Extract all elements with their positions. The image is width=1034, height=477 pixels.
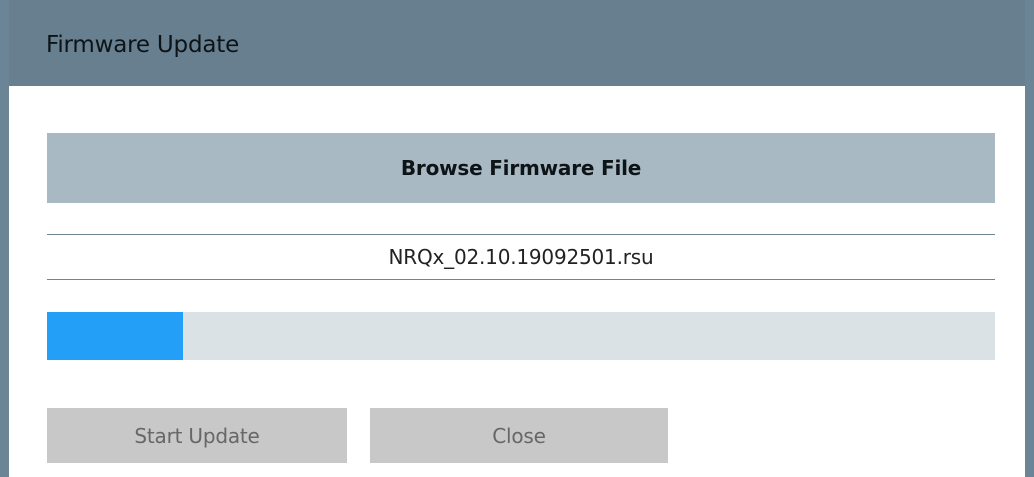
firmware-update-dialog: Firmware Update Browse Firmware File NRQ… (0, 0, 1034, 477)
selected-file-name: NRQx_02.10.19092501.rsu (388, 245, 654, 269)
browse-firmware-file-button[interactable]: Browse Firmware File (47, 133, 995, 203)
dialog-title: Firmware Update (46, 32, 240, 58)
left-frame-edge (0, 0, 9, 477)
selected-file-field: NRQx_02.10.19092501.rsu (47, 234, 995, 280)
update-progress-bar (47, 312, 995, 360)
close-button[interactable]: Close (370, 408, 668, 463)
start-update-button[interactable]: Start Update (47, 408, 347, 463)
right-frame-edge (1025, 0, 1034, 477)
title-bar: Firmware Update (0, 0, 1034, 86)
update-progress-fill (47, 312, 183, 360)
dialog-content: Browse Firmware File NRQx_02.10.19092501… (9, 86, 1025, 477)
